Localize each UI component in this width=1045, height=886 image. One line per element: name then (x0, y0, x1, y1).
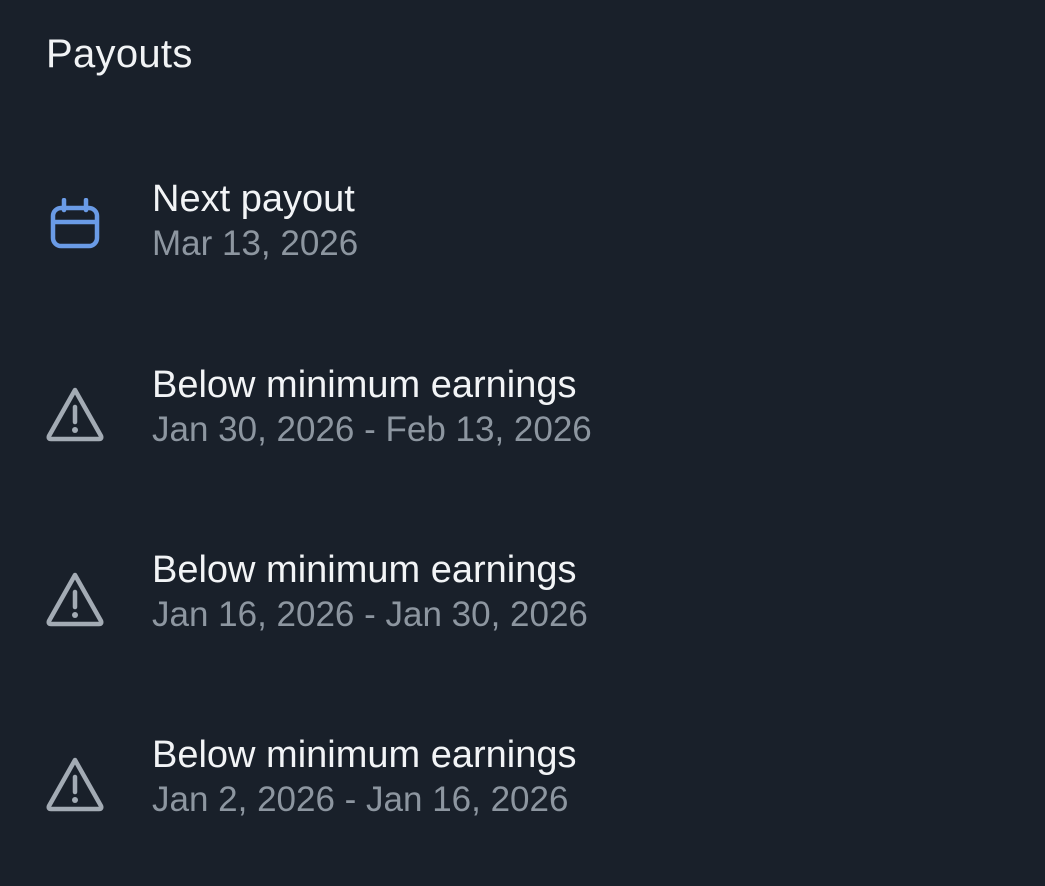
payout-label: Below minimum earnings (152, 364, 577, 406)
calendar-icon (44, 197, 106, 260)
warning-icon (44, 754, 106, 816)
payout-history-item[interactable]: Below minimum earnings Jan 2, 2026 - Jan… (0, 732, 1045, 852)
payout-label: Below minimum earnings (152, 549, 577, 591)
payout-date: Mar 13, 2026 (152, 224, 359, 263)
payout-date-range: Jan 16, 2026 - Jan 30, 2026 (152, 595, 588, 634)
warning-icon (44, 569, 106, 631)
payout-label: Next payout (152, 178, 355, 220)
warning-icon (44, 384, 106, 446)
payout-date-range: Jan 30, 2026 - Feb 13, 2026 (152, 410, 592, 449)
payout-history-item[interactable]: Below minimum earnings Jan 16, 2026 - Ja… (0, 547, 1045, 667)
payout-history-item[interactable]: Below minimum earnings Jan 30, 2026 - Fe… (0, 362, 1045, 482)
payout-label: Below minimum earnings (152, 734, 577, 776)
payout-date-range: Jan 2, 2026 - Jan 16, 2026 (152, 780, 569, 819)
payout-list: Next payout Mar 13, 2026 Below minimum e… (0, 0, 1045, 886)
next-payout-item[interactable]: Next payout Mar 13, 2026 (0, 176, 1045, 296)
